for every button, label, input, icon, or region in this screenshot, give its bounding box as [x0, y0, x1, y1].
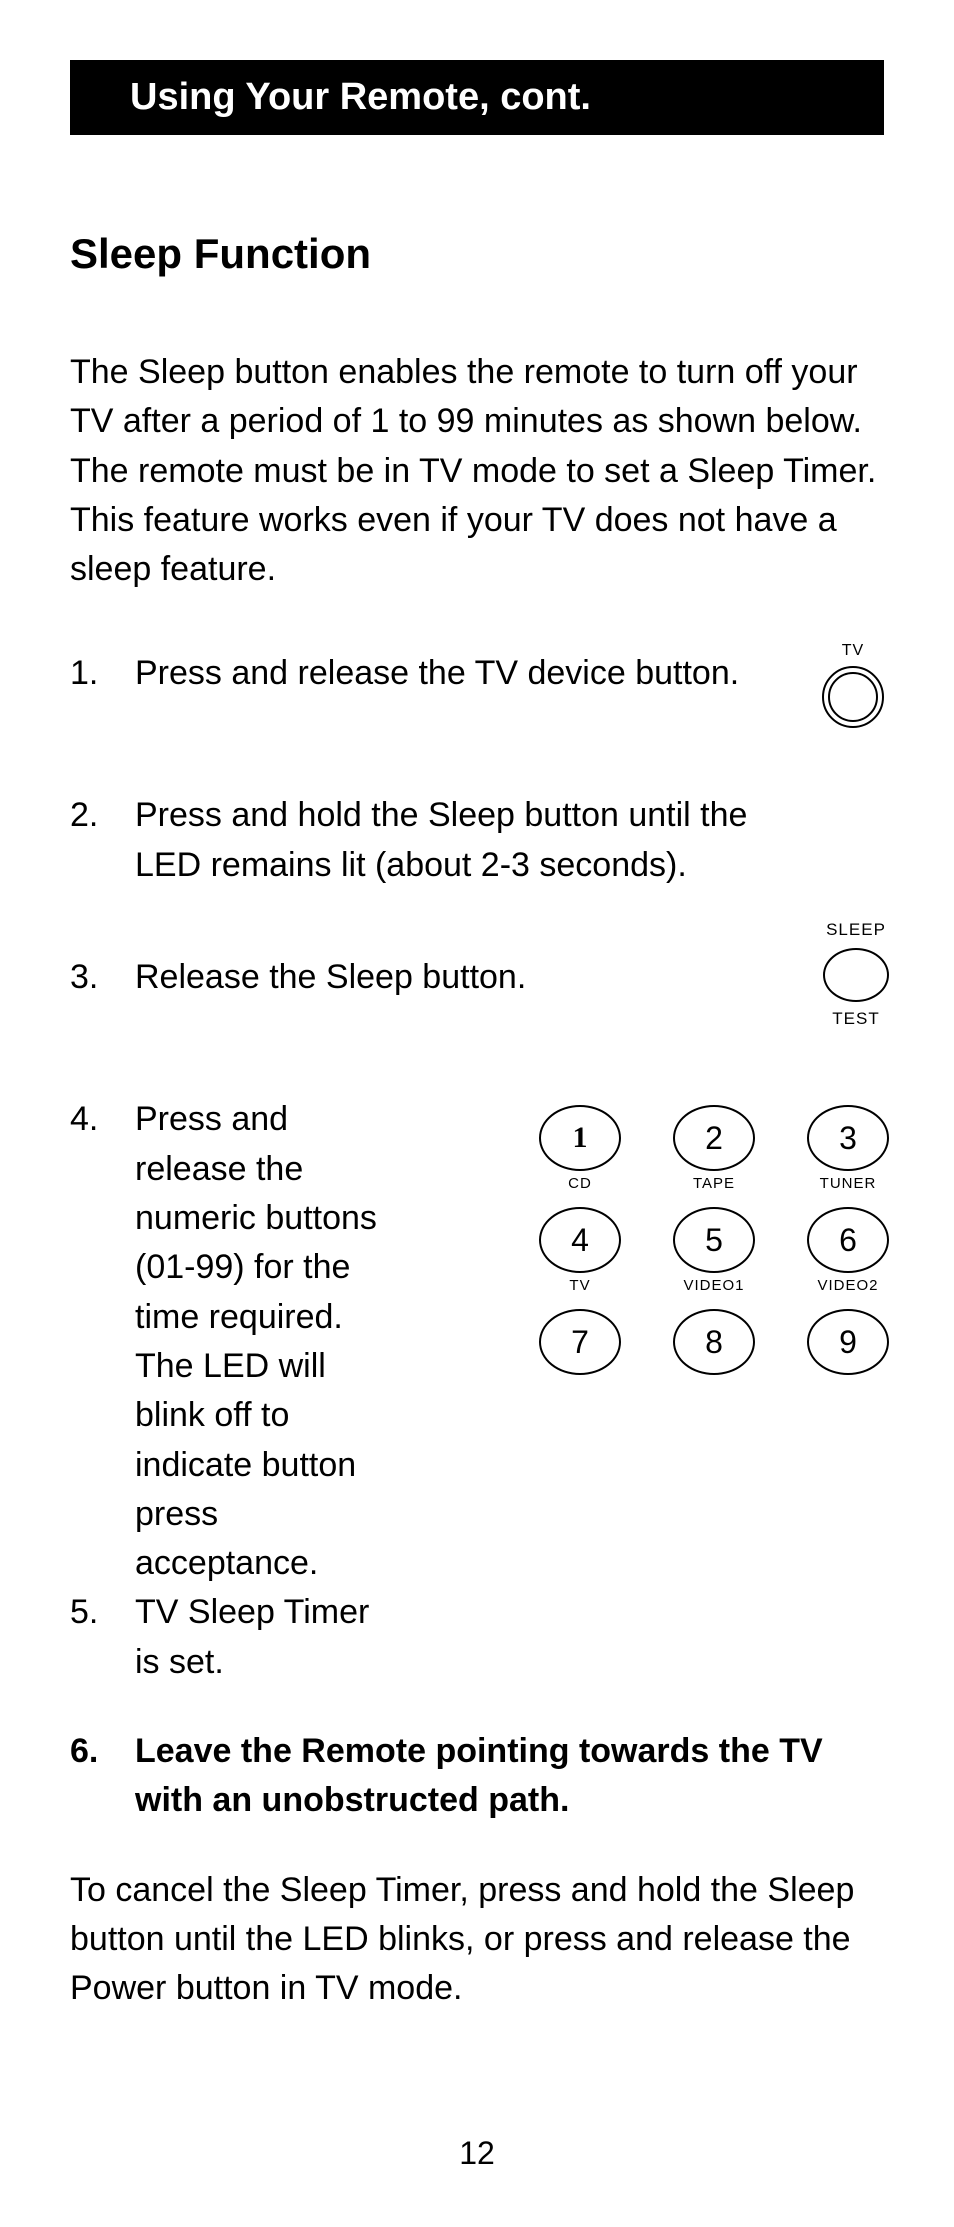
keypad-1-icon: 1 — [539, 1105, 621, 1171]
tv-button-icon — [822, 666, 884, 728]
section-heading: Sleep Function — [70, 230, 884, 278]
step-5-text: TV Sleep Timer is set. — [135, 1593, 369, 1680]
step-4-text: Press and release the numeric buttons (0… — [135, 1100, 377, 1582]
number-pad-illustration: 1CD 2TAPE 3TUNER 4TV 5VIDEO1 6VIDEO2 7. … — [539, 1105, 889, 1411]
keypad-4-icon: 4 — [539, 1207, 621, 1273]
keypad-6-sublabel: VIDEO2 — [817, 1277, 878, 1295]
sleep-button-illustration: SLEEP TEST — [823, 918, 889, 1031]
tv-button-illustration: TV — [822, 639, 884, 727]
keypad-4-sublabel: TV — [569, 1277, 590, 1295]
keypad-8-icon: 8 — [673, 1309, 755, 1375]
step-5: TV Sleep Timer is set. — [70, 1588, 394, 1687]
intro-paragraph: The Sleep button enables the remote to t… — [70, 348, 884, 594]
cancel-paragraph: To cancel the Sleep Timer, press and hol… — [70, 1866, 884, 2014]
keypad-3-icon: 3 — [807, 1105, 889, 1171]
keypad-2-icon: 2 — [673, 1105, 755, 1171]
page-number: 12 — [459, 2135, 495, 2172]
steps-4-5-row: Press and release the numeric buttons (0… — [70, 1095, 884, 1687]
keypad-5-icon: 5 — [673, 1207, 755, 1273]
step-1: Press and release the TV device button. … — [70, 649, 884, 749]
keypad-9-icon: 9 — [807, 1309, 889, 1375]
tv-button-label: TV — [842, 639, 864, 662]
steps-list: Press and release the TV device button. … — [70, 649, 884, 1053]
sleep-button-icon — [823, 948, 889, 1002]
step-3: Release the Sleep button. SLEEP TEST — [70, 953, 884, 1053]
keypad-1-sublabel: CD — [568, 1175, 592, 1193]
step-4: Press and release the numeric buttons (0… — [70, 1095, 394, 1588]
keypad-5-sublabel: VIDEO1 — [683, 1277, 744, 1295]
step-1-text: Press and release the TV device button. — [135, 654, 739, 692]
step-2: Press and hold the Sleep button until th… — [70, 791, 884, 911]
header-bar: Using Your Remote, cont. — [70, 60, 884, 135]
step-2-text: Press and hold the Sleep button until th… — [135, 796, 747, 883]
keypad-3-sublabel: TUNER — [820, 1175, 877, 1193]
keypad-6-icon: 6 — [807, 1207, 889, 1273]
keypad-2-sublabel: TAPE — [693, 1175, 735, 1193]
step-6: Leave the Remote pointing towards the TV… — [70, 1727, 884, 1826]
step-6-text: Leave the Remote pointing towards the TV… — [135, 1732, 823, 1819]
sleep-label-top: SLEEP — [826, 918, 886, 943]
step-3-text: Release the Sleep button. — [135, 958, 526, 996]
sleep-label-bottom: TEST — [832, 1007, 879, 1032]
keypad-7-icon: 7 — [539, 1309, 621, 1375]
